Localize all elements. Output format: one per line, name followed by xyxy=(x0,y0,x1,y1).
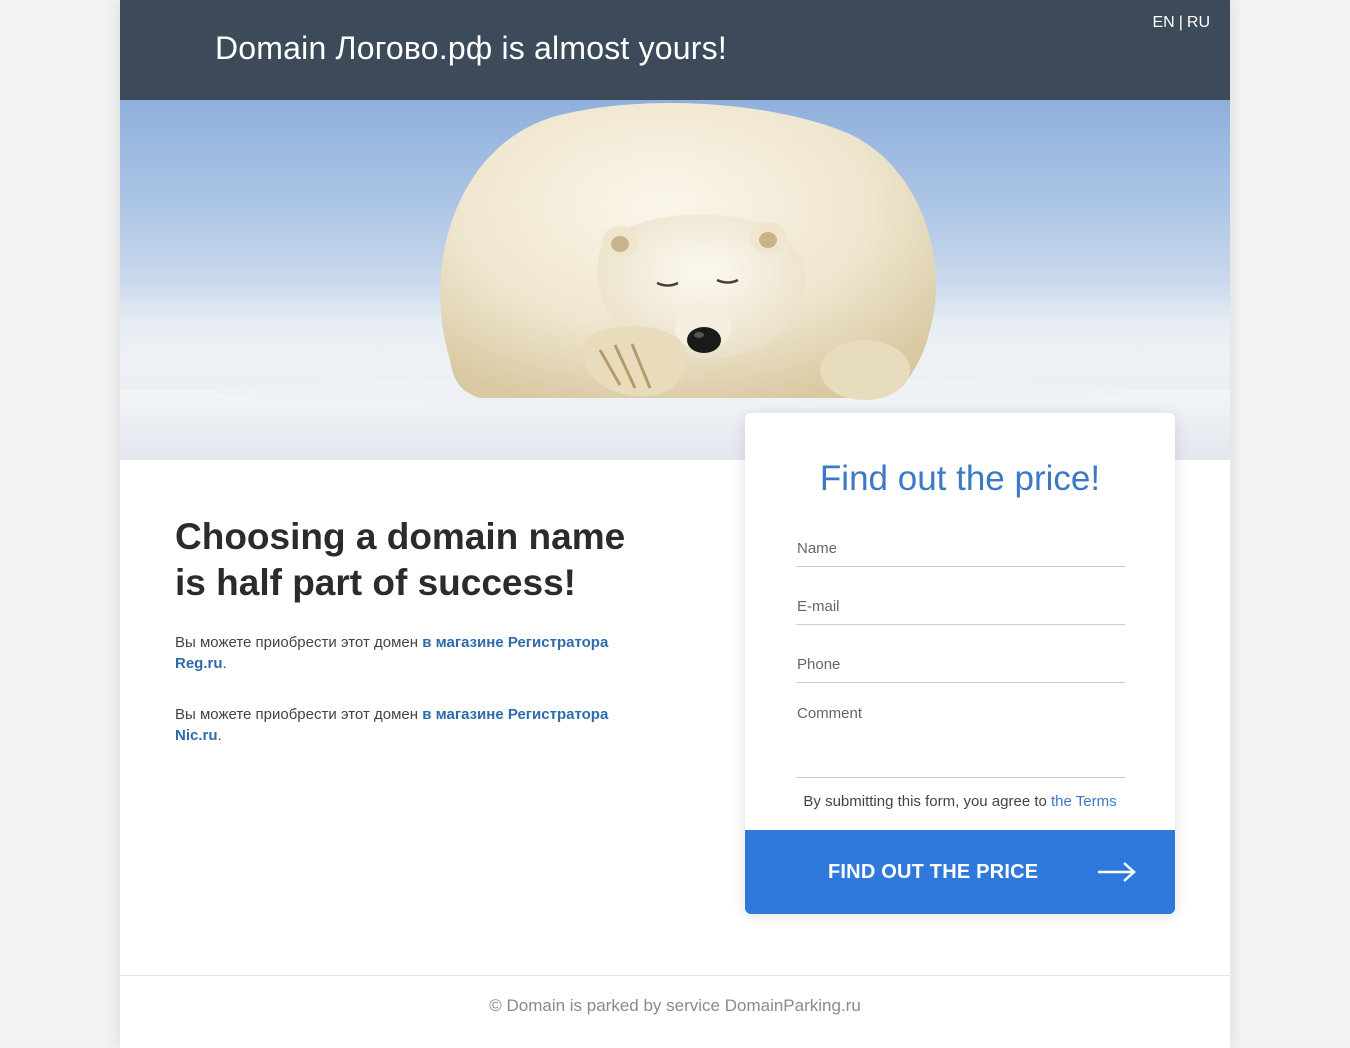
offer-nic-ru: Вы можете приобрести этот домен в магази… xyxy=(175,704,655,746)
language-switcher: EN | RU xyxy=(1153,14,1211,32)
phone-field[interactable] xyxy=(796,652,1125,683)
offer-text: Вы можете приобрести этот домен xyxy=(175,634,423,651)
reg-ru-link-line-2[interactable]: Reg.ru xyxy=(175,655,223,672)
lang-ru-link[interactable]: RU xyxy=(1187,14,1210,31)
arrow-right-icon xyxy=(1098,862,1136,882)
info-section: Choosing a domain name is half part of s… xyxy=(175,514,675,746)
offer-text: Вы можете приобрести этот домен xyxy=(175,706,423,723)
find-price-button-label: FIND OUT THE PRICE xyxy=(828,861,1039,883)
price-request-form: Find out the price! By submitting this f… xyxy=(745,413,1175,914)
header-bar: Domain Логово.рф is almost yours! EN | RU xyxy=(120,0,1230,100)
name-field[interactable] xyxy=(796,536,1125,567)
form-title: Find out the price! xyxy=(819,459,1101,498)
hero-image xyxy=(120,100,1230,460)
comment-field[interactable] xyxy=(796,705,1125,778)
lang-en-link[interactable]: EN xyxy=(1153,14,1175,31)
nic-ru-link-line-1[interactable]: в магазине Регистратора xyxy=(422,706,608,723)
headline: Choosing a domain name is half part of s… xyxy=(175,514,675,606)
footer-divider xyxy=(120,975,1230,976)
reg-ru-link-line-1[interactable]: в магазине Регистратора xyxy=(422,634,608,651)
nic-ru-link-line-2[interactable]: Nic.ru xyxy=(175,727,218,744)
terms-notice: By submitting this form, you agree to th… xyxy=(745,793,1175,810)
terms-link[interactable]: the Terms xyxy=(1051,793,1117,810)
footer-text: © Domain is parked by service DomainPark… xyxy=(489,996,861,1015)
email-field[interactable] xyxy=(796,594,1125,625)
page-title: Domain Логово.рф is almost yours! xyxy=(215,30,727,66)
headline-line-1: Choosing a domain name xyxy=(175,516,626,557)
offer-reg-ru: Вы можете приобрести этот домен в магази… xyxy=(175,632,655,674)
offer-suffix: . xyxy=(222,655,227,672)
terms-text: By submitting this form, you agree to xyxy=(803,793,1052,810)
polar-bear-illustration xyxy=(120,103,1230,460)
offer-suffix: . xyxy=(217,727,222,744)
page-container: Domain Логово.рф is almost yours! EN | RU xyxy=(120,0,1230,1048)
headline-line-2: is half part of success! xyxy=(175,562,576,603)
lang-separator: | xyxy=(1178,14,1183,31)
find-price-button[interactable]: FIND OUT THE PRICE xyxy=(745,830,1175,914)
